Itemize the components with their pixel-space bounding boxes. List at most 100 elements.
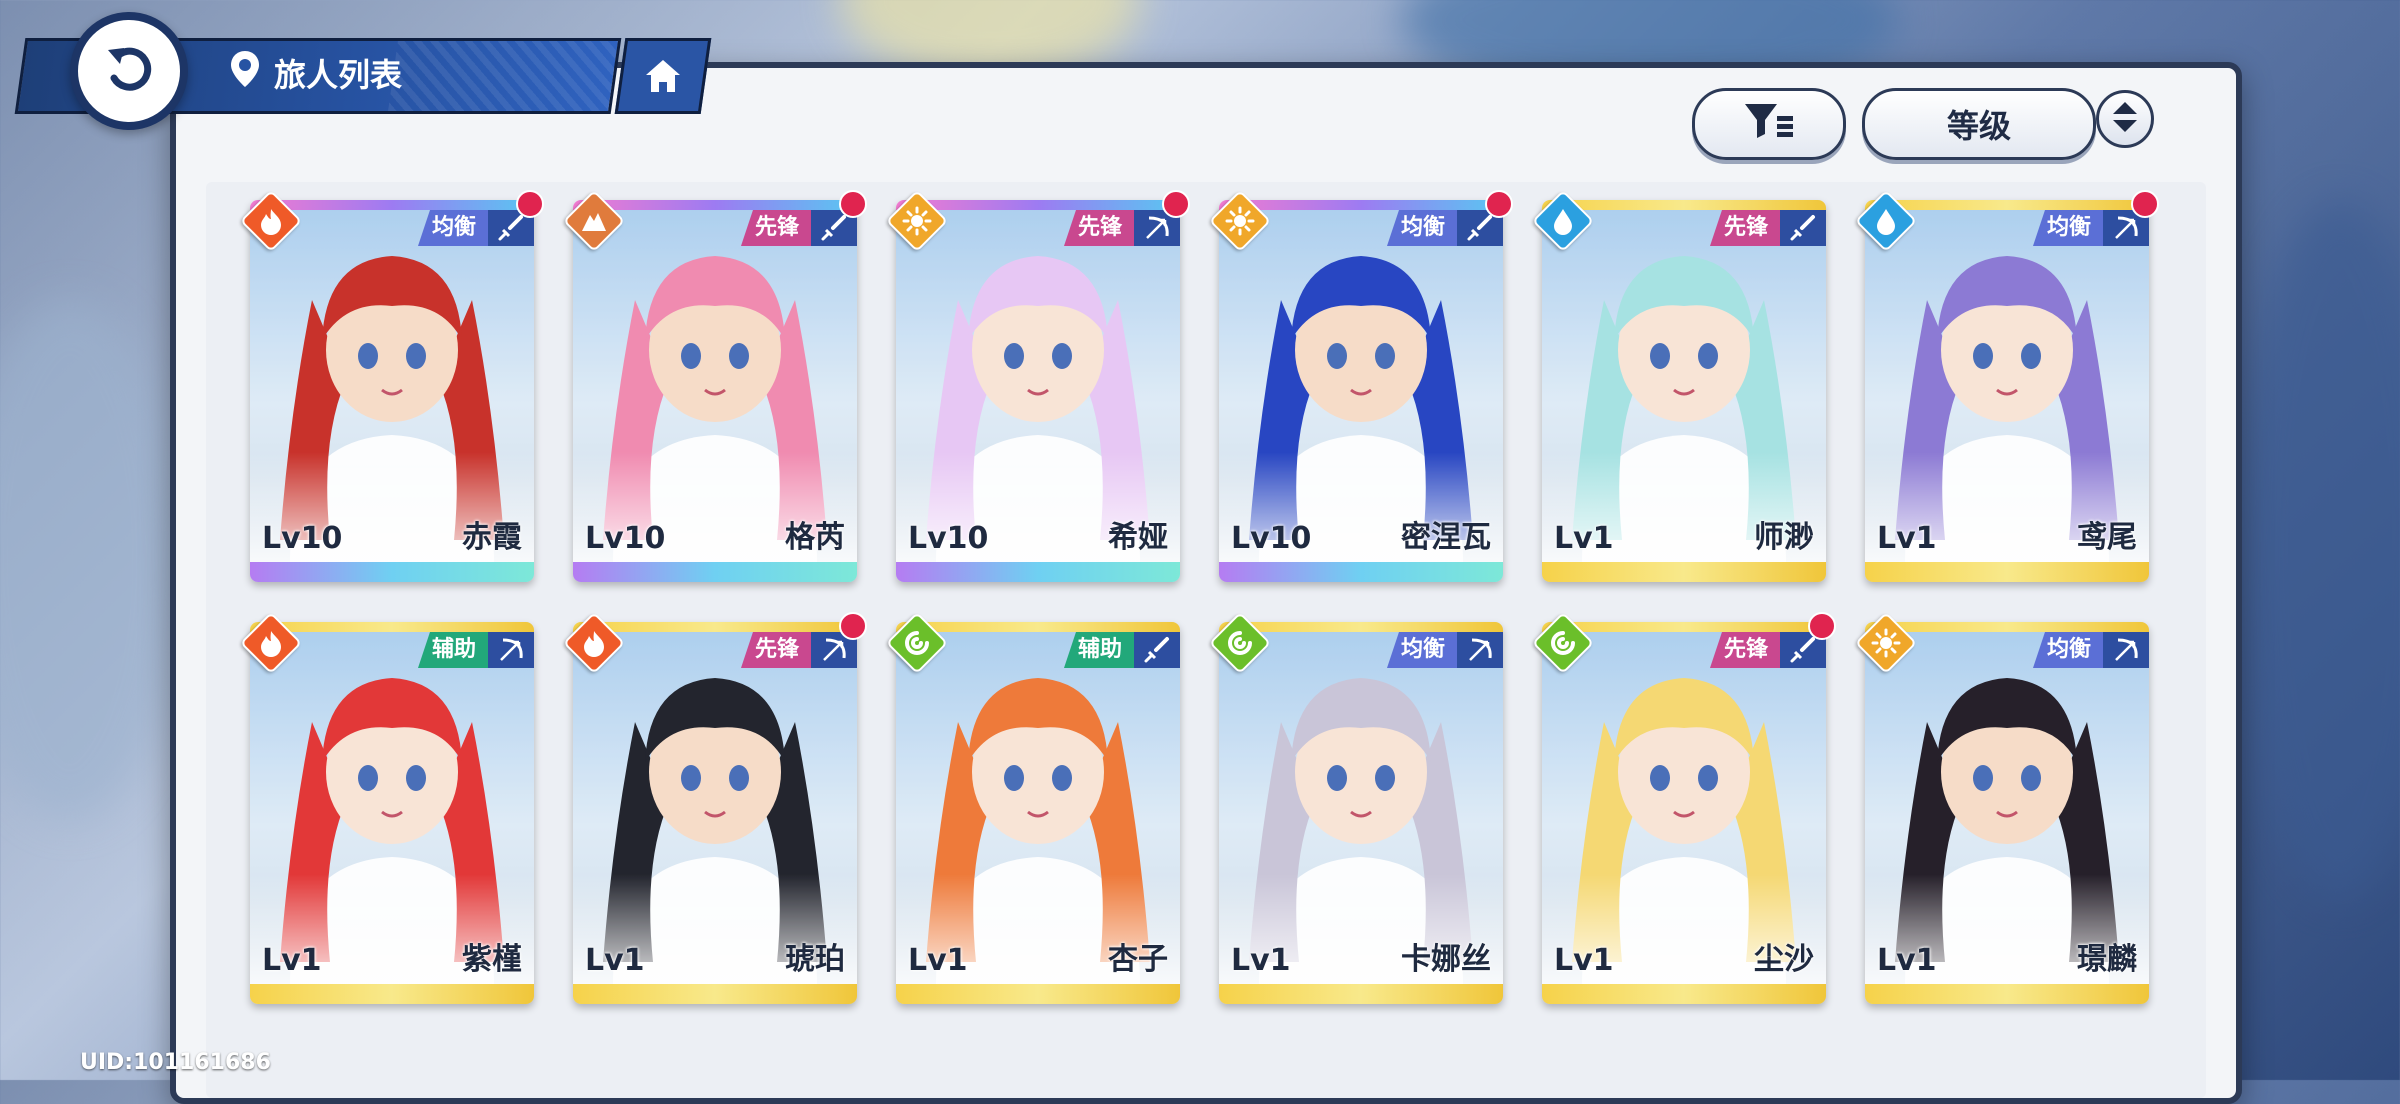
sort-order-toggle[interactable]: [2096, 90, 2154, 148]
role-tag: 先锋: [1709, 210, 1780, 246]
new-notification-dot: [1808, 612, 1836, 640]
character-name: 尘沙: [1754, 942, 1814, 977]
character-card[interactable]: 辅助 Lv1 杏子: [896, 622, 1180, 1004]
sword-weapon-icon: [1134, 632, 1180, 668]
character-card[interactable]: 先锋 Lv10 希娅: [896, 200, 1180, 582]
character-level: Lv1: [1554, 521, 1614, 556]
bow-weapon-icon: [1457, 632, 1503, 668]
rarity-strip-bottom: [573, 984, 857, 1004]
sort-label: 等级: [1946, 107, 2011, 145]
back-arrow-icon: [100, 40, 158, 102]
character-card[interactable]: 均衡 Lv10 密涅瓦: [1219, 200, 1503, 582]
character-name: 璟麟: [2077, 942, 2137, 977]
bow-weapon-icon: [2103, 632, 2149, 668]
sort-by-dropdown[interactable]: 等级: [1862, 88, 2096, 160]
role-tag: 先锋: [1063, 210, 1134, 246]
earth-element-icon: [562, 189, 626, 253]
rarity-strip-bottom: [1219, 562, 1503, 582]
character-card[interactable]: 均衡 Lv1 鸢尾: [1865, 200, 2149, 582]
character-level: Lv10: [262, 521, 343, 556]
character-name: 鸢尾: [2077, 520, 2137, 555]
home-button[interactable]: [614, 38, 712, 114]
page-header: 旅人列表: [228, 46, 402, 100]
character-card[interactable]: 先锋 Lv1 尘沙: [1542, 622, 1826, 1004]
character-level: Lv1: [1554, 943, 1614, 978]
rarity-strip-bottom: [1865, 562, 2149, 582]
page-title: 旅人列表: [274, 56, 403, 94]
character-name: 琥珀: [785, 942, 845, 977]
character-level: Lv1: [262, 943, 322, 978]
new-notification-dot: [1162, 190, 1190, 218]
filter-icon: [1743, 100, 1795, 148]
character-level: Lv10: [585, 521, 666, 556]
character-card[interactable]: 先锋 Lv1 师渺: [1542, 200, 1826, 582]
player-uid: UID:101161686: [80, 1050, 271, 1075]
new-notification-dot: [839, 190, 867, 218]
character-level: Lv10: [908, 521, 989, 556]
back-button[interactable]: [70, 12, 188, 130]
character-name: 格芮: [785, 520, 845, 555]
new-notification-dot: [1485, 190, 1513, 218]
location-pin-icon: [228, 49, 262, 97]
water-element-icon: [1854, 189, 1918, 253]
character-card[interactable]: 均衡 Lv10 赤霞: [250, 200, 534, 582]
rarity-strip-bottom: [1542, 984, 1826, 1004]
rarity-strip-bottom: [1865, 984, 2149, 1004]
rarity-strip-bottom: [250, 562, 534, 582]
character-card[interactable]: 辅助 Lv1 紫槿: [250, 622, 534, 1004]
sword-weapon-icon: [1780, 210, 1826, 246]
role-tag: 均衡: [417, 210, 488, 246]
role-tag: 先锋: [740, 210, 811, 246]
character-name: 师渺: [1754, 520, 1814, 555]
home-icon: [643, 57, 683, 95]
fire-element-icon: [239, 611, 303, 675]
character-name: 密涅瓦: [1401, 520, 1491, 555]
character-level: Lv1: [1231, 943, 1291, 978]
new-notification-dot: [839, 612, 867, 640]
wind-element-icon: [885, 611, 949, 675]
character-name: 赤霞: [462, 520, 522, 555]
fire-element-icon: [562, 611, 626, 675]
new-notification-dot: [2131, 190, 2159, 218]
water-element-icon: [1531, 189, 1595, 253]
character-level: Lv1: [1877, 521, 1937, 556]
filter-button[interactable]: [1692, 88, 1846, 160]
role-tag: 辅助: [417, 632, 488, 668]
light-element-icon: [1854, 611, 1918, 675]
rarity-strip-bottom: [896, 562, 1180, 582]
character-level: Lv1: [585, 943, 645, 978]
role-tag: 先锋: [740, 632, 811, 668]
character-level: Lv10: [1231, 521, 1312, 556]
rarity-strip-bottom: [896, 984, 1180, 1004]
light-element-icon: [1208, 189, 1272, 253]
role-tag: 均衡: [1386, 632, 1457, 668]
rarity-strip-bottom: [1219, 984, 1503, 1004]
role-tag: 均衡: [2032, 632, 2103, 668]
character-card[interactable]: 均衡 Lv1 璟麟: [1865, 622, 2149, 1004]
background-decor: [2240, 200, 2400, 900]
character-card[interactable]: 先锋 Lv1 琥珀: [573, 622, 857, 1004]
background-decor: [0, 300, 180, 820]
role-tag: 均衡: [1386, 210, 1457, 246]
light-element-icon: [885, 189, 949, 253]
role-tag: 辅助: [1063, 632, 1134, 668]
role-tag: 均衡: [2032, 210, 2103, 246]
character-card[interactable]: 均衡 Lv1 卡娜丝: [1219, 622, 1503, 1004]
character-level: Lv1: [908, 943, 968, 978]
fire-element-icon: [239, 189, 303, 253]
character-name: 卡娜丝: [1401, 942, 1491, 977]
rarity-strip-bottom: [250, 984, 534, 1004]
role-tag: 先锋: [1709, 632, 1780, 668]
bow-weapon-icon: [488, 632, 534, 668]
sort-order-icon: [2111, 100, 2139, 138]
character-level: Lv1: [1877, 943, 1937, 978]
wind-element-icon: [1208, 611, 1272, 675]
rarity-strip-bottom: [1542, 562, 1826, 582]
rarity-strip-bottom: [573, 562, 857, 582]
new-notification-dot: [516, 190, 544, 218]
character-name: 希娅: [1108, 520, 1168, 555]
character-card[interactable]: 先锋 Lv10 格芮: [573, 200, 857, 582]
wind-element-icon: [1531, 611, 1595, 675]
character-name: 紫槿: [462, 942, 522, 977]
character-name: 杏子: [1108, 942, 1168, 977]
